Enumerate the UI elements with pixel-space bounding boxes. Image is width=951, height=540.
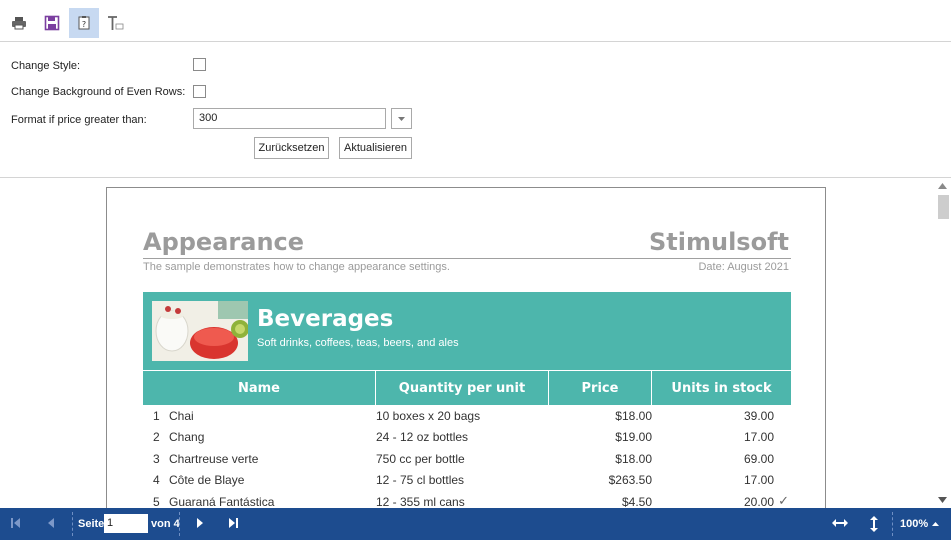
product-name: Chai [169, 409, 194, 423]
unit-price: $18.00 [615, 452, 652, 466]
category-description: Soft drinks, coffees, teas, beers, and a… [257, 337, 459, 349]
header-divider [143, 258, 791, 259]
reset-button[interactable]: Zurücksetzen [254, 137, 329, 159]
report-title: Appearance [143, 228, 305, 256]
column-header-stock: Units in stock [671, 380, 772, 396]
scrollbar-thumb[interactable] [938, 195, 949, 219]
quantity-per-unit: 750 cc per bottle [376, 452, 465, 466]
change-style-label: Change Style: [11, 60, 81, 72]
separator [892, 512, 893, 536]
first-page-icon [11, 518, 20, 528]
report-date: Date: August 2021 [698, 261, 789, 273]
format-price-label: Format if price greater than: [11, 114, 147, 126]
change-bg-label: Change Background of Even Rows: [11, 86, 186, 98]
svg-text:?: ? [82, 20, 86, 29]
table-row: 1 Chai 10 boxes x 20 bags $18.00 39.00 [143, 405, 791, 426]
quantity-per-unit: 12 - 355 ml cans [376, 495, 465, 508]
fit-width-icon [832, 519, 848, 527]
next-page-button[interactable] [195, 517, 205, 532]
unit-price: $19.00 [615, 430, 652, 444]
report-brand: Stimulsoft [649, 228, 789, 256]
product-name: Chang [169, 430, 205, 444]
text-editor-button[interactable] [101, 8, 131, 38]
unit-price: $263.50 [608, 473, 652, 487]
unit-price: $4.50 [621, 495, 652, 508]
table-row: 3 Chartreuse verte 750 cc per bottle $18… [143, 448, 791, 469]
product-name: Chartreuse verte [169, 452, 259, 466]
quantity-per-unit: 12 - 75 cl bottles [376, 473, 465, 487]
last-page-icon [229, 518, 238, 528]
vertical-scrollbar[interactable] [934, 179, 951, 508]
change-bg-checkbox[interactable] [193, 85, 206, 98]
row-number: 5 [153, 495, 160, 508]
category-image [152, 301, 248, 361]
page-width-button[interactable] [831, 517, 849, 532]
table-row: 2 Chang 24 - 12 oz bottles $19.00 17.00 [143, 426, 791, 447]
column-header-quantity: Quantity per unit [376, 371, 549, 405]
print-icon [12, 17, 26, 30]
product-name: Côte de Blaye [169, 473, 245, 487]
table-row: 4 Côte de Blaye 12 - 75 cl bottles $263.… [143, 469, 791, 490]
table-row: 5 Guaraná Fantástica 12 - 355 ml cans $4… [143, 491, 791, 508]
column-header-name: Name [143, 371, 376, 405]
chevron-down-icon [398, 116, 405, 121]
separator [179, 512, 180, 536]
separator [72, 512, 73, 536]
page-count-label: von 4 [151, 518, 180, 530]
text-editor-icon [108, 16, 124, 30]
chevron-up-icon [932, 522, 940, 526]
page-number-input[interactable]: 1 [104, 514, 148, 533]
zoom-value: 100% [900, 518, 929, 530]
row-number: 4 [153, 473, 160, 487]
check-mark-icon: ✓ [778, 493, 789, 508]
quantity-per-unit: 24 - 12 oz bottles [376, 430, 469, 444]
report-subtitle: The sample demonstrates how to change ap… [143, 261, 450, 273]
report-page: Appearance Stimulsoft The sample demonst… [106, 187, 826, 508]
page-height-button[interactable] [868, 515, 880, 536]
previous-page-icon [48, 518, 54, 528]
price-input[interactable]: 300 [193, 108, 386, 129]
last-page-button[interactable] [227, 517, 239, 532]
units-in-stock: 69.00 [743, 452, 774, 466]
scroll-down-icon[interactable] [938, 497, 947, 503]
save-icon [44, 15, 60, 31]
units-in-stock: 39.00 [743, 409, 774, 423]
row-number: 3 [153, 452, 160, 466]
units-in-stock: 17.00 [743, 430, 774, 444]
zoom-dropdown[interactable]: 100% [900, 518, 940, 530]
quantity-per-unit: 10 boxes x 20 bags [376, 409, 481, 423]
print-button[interactable] [4, 8, 34, 38]
row-number: 2 [153, 430, 160, 444]
product-name: Guaraná Fantástica [169, 495, 275, 508]
navigation-bar: Seite 1 von 4 100% [0, 508, 951, 540]
row-number: 1 [153, 409, 160, 423]
parameters-panel: Change Style: Change Background of Even … [0, 43, 951, 178]
category-title: Beverages [257, 306, 394, 332]
price-dropdown-button[interactable] [391, 108, 412, 129]
units-in-stock: 20.00 [743, 495, 774, 508]
page-label: Seite [78, 518, 105, 530]
unit-price: $18.00 [615, 409, 652, 423]
units-in-stock: 17.00 [743, 473, 774, 487]
first-page-button[interactable] [10, 517, 22, 532]
report-viewer: Appearance Stimulsoft The sample demonst… [0, 179, 951, 508]
parameters-icon: ? [78, 16, 90, 30]
category-band: Beverages Soft drinks, coffees, teas, be… [143, 292, 791, 370]
toolbar: ? [0, 0, 951, 42]
change-style-checkbox[interactable] [193, 58, 206, 71]
table-header: Name Quantity per unit Price Units in st… [143, 370, 791, 405]
fit-height-icon [870, 516, 878, 532]
scroll-up-icon[interactable] [938, 183, 947, 189]
update-button[interactable]: Aktualisieren [339, 137, 412, 159]
previous-page-button[interactable] [46, 517, 56, 532]
column-header-price: Price [549, 371, 652, 405]
parameters-button[interactable]: ? [69, 8, 99, 38]
save-button[interactable] [37, 8, 67, 38]
next-page-icon [197, 518, 203, 528]
